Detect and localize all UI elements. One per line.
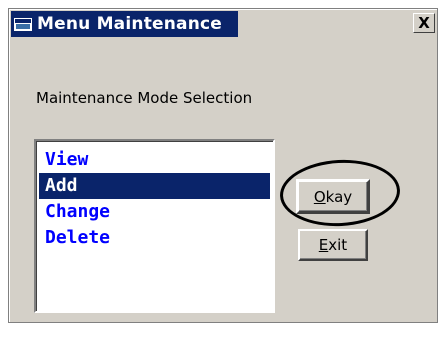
- list-item-delete[interactable]: Delete: [39, 225, 270, 251]
- close-icon: X: [418, 14, 430, 32]
- list-item-add[interactable]: Add: [38, 172, 271, 200]
- okay-mnemonic: O: [313, 187, 326, 206]
- window-title: Menu Maintenance: [37, 14, 223, 34]
- list-item-view[interactable]: View: [39, 147, 270, 173]
- close-button[interactable]: X: [413, 13, 435, 33]
- okay-label: kay: [325, 187, 353, 206]
- okay-button[interactable]: Okay: [296, 179, 370, 214]
- list-item-change[interactable]: Change: [39, 199, 270, 225]
- title-bar[interactable]: Menu Maintenance X: [11, 11, 435, 37]
- mode-selection-label: Maintenance Mode Selection: [36, 89, 253, 107]
- exit-mnemonic: E: [318, 236, 329, 254]
- exit-button[interactable]: Exit: [298, 229, 368, 261]
- exit-label: xit: [328, 236, 348, 254]
- dialog-window: Menu Maintenance X Maintenance Mode Sele…: [8, 8, 438, 323]
- mode-listbox[interactable]: View Add Change Delete: [34, 139, 275, 313]
- title-bar-gap: [238, 11, 435, 37]
- window-icon: [14, 17, 32, 31]
